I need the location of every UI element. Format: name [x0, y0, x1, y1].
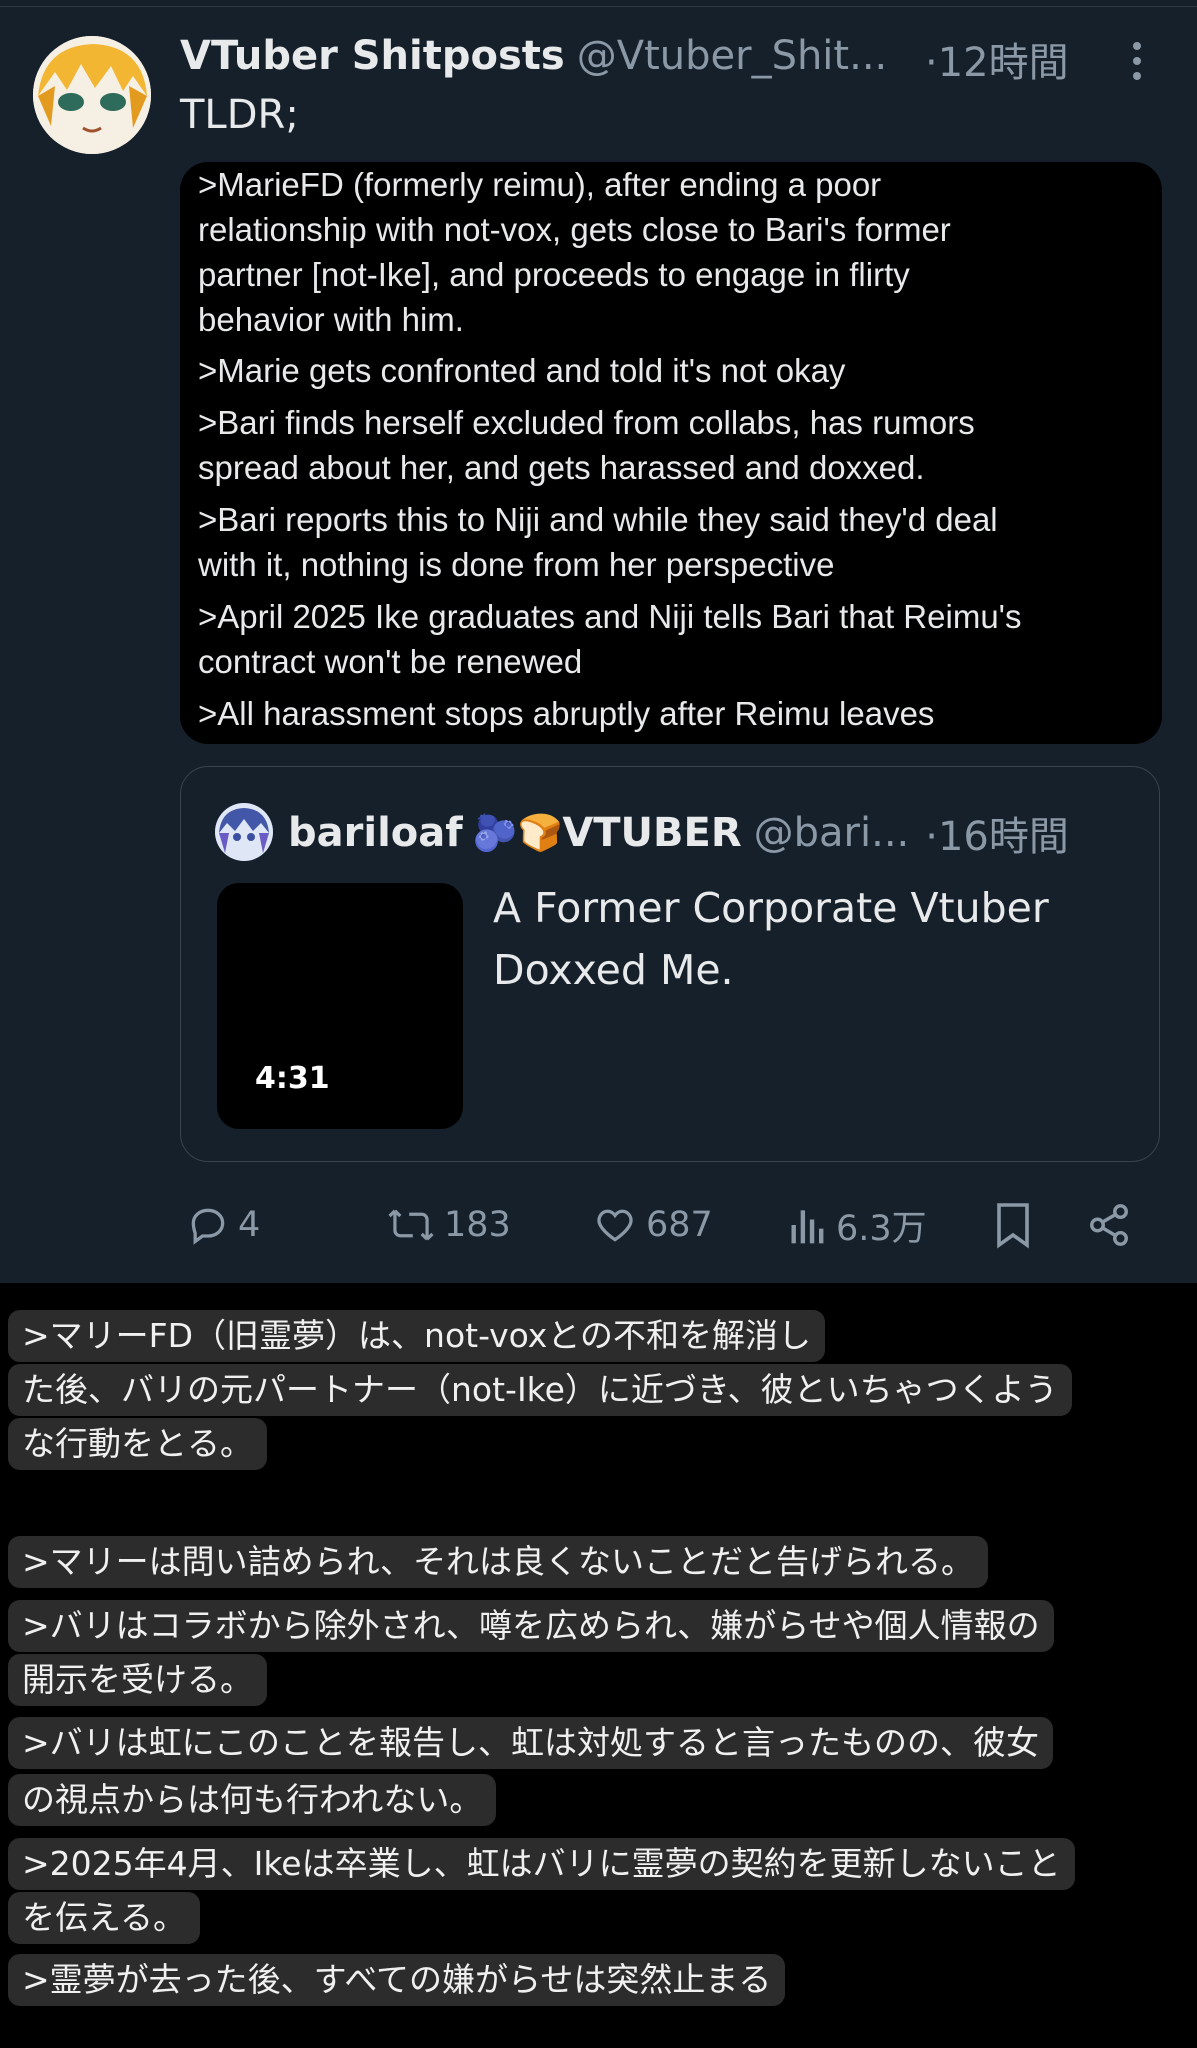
subtitle-line: 開示を受ける。 [8, 1654, 267, 1706]
tweet-image[interactable]: >MarieFD (formerly reimu), after ending … [180, 162, 1162, 744]
image-line: >All harassment stops abruptly after Rei… [198, 695, 935, 732]
heart-icon [597, 1209, 633, 1242]
quoted-text-line: Doxxed Me. [493, 946, 734, 994]
retweet-button[interactable]: 183 [386, 1198, 511, 1252]
subtitle-line: >2025年4月、Ikeは卒業し、虹はバリに霊夢の契約を更新しないこと [8, 1838, 1075, 1890]
subtitle-line: >マリーFD（旧霊夢）は、not-voxとの不和を解消し [8, 1310, 826, 1362]
divider [0, 6, 1197, 7]
image-line: with it, nothing is done from her perspe… [198, 546, 835, 583]
quoted-author-name[interactable]: bariloaf [288, 810, 463, 856]
image-line: contract won't be renewed [198, 643, 583, 680]
quoted-header: bariloaf 🫐🍞 VTUBER @bari... ·16時間 [288, 805, 1069, 861]
tweet-card[interactable]: VTuber Shitposts @Vtuber_Shit... ·12時間 T… [0, 0, 1197, 1283]
subtitle-line: た後、バリの元パートナー（not-Ike）に近づき、彼といちゃつくよう [8, 1364, 1072, 1416]
subtitle-line: >霊夢が去った後、すべての嫌がらせは突然止まる [8, 1954, 786, 2006]
image-line: partner [not-Ike], and proceeds to engag… [198, 256, 910, 293]
image-line: behavior with him. [198, 301, 464, 338]
like-count: 687 [646, 1205, 713, 1245]
quoted-author-handle[interactable]: @bari... [754, 810, 910, 856]
more-options-icon[interactable] [1122, 38, 1152, 84]
tweet-text: TLDR; [180, 92, 299, 138]
retweet-icon [388, 1209, 434, 1241]
author-name[interactable]: VTuber Shitposts [180, 33, 565, 79]
bookmark-icon [997, 1203, 1029, 1249]
subtitle-line: な行動をとる。 [8, 1418, 267, 1470]
reply-count: 4 [238, 1205, 261, 1245]
image-line: >Marie gets confronted and told it's not… [198, 352, 846, 389]
reply-icon [191, 1208, 225, 1245]
subtitle-line: >バリはコラボから除外され、噂を広められ、嫌がらせや個人情報の [8, 1600, 1054, 1652]
image-line: spread about her, and gets harassed and … [198, 449, 925, 486]
image-line: >April 2025 Ike graduates and Niji tells… [198, 598, 1022, 635]
quoted-time[interactable]: ·16時間 [925, 804, 1069, 862]
quoted-tweet[interactable]: bariloaf 🫐🍞 VTUBER @bari... ·16時間 4:31 A… [180, 766, 1160, 1162]
image-line: relationship with not-vox, gets close to… [198, 211, 951, 248]
quoted-text: A Former Corporate Vtuber Doxxed Me. [493, 877, 1113, 1001]
view-count: 6.3万 [836, 1208, 927, 1249]
like-button[interactable]: 687 [592, 1198, 713, 1252]
reply-button[interactable]: 4 [186, 1198, 260, 1252]
views-button[interactable]: 6.3万 [788, 1198, 927, 1252]
author-avatar[interactable] [33, 36, 151, 154]
image-line: >MarieFD (formerly reimu), after ending … [198, 166, 882, 203]
action-bar: 4 183 687 6.3万 [0, 1190, 1197, 1260]
analytics-icon [791, 1210, 824, 1244]
subtitle-line: を伝える。 [8, 1892, 201, 1944]
tweet-time[interactable]: ·12時間 [925, 30, 1069, 88]
video-thumbnail[interactable]: 4:31 [217, 883, 463, 1129]
share-icon [1090, 1204, 1128, 1246]
subtitle-line: >バリは虹にこのことを報告し、虹は対処すると言ったものの、彼女 [8, 1717, 1053, 1769]
retweet-count: 183 [444, 1205, 511, 1245]
quoted-name-emoji: 🫐🍞 [472, 813, 563, 854]
bookmark-button[interactable] [992, 1198, 1042, 1252]
author-handle[interactable]: @Vtuber_Shit... [577, 33, 888, 79]
tweet-header: VTuber Shitposts @Vtuber_Shit... [180, 28, 887, 84]
subtitle-line: の視点からは何も行われない。 [8, 1774, 497, 1826]
image-line: >Bari reports this to Niji and while the… [198, 501, 998, 538]
image-line: >Bari finds herself excluded from collab… [198, 404, 975, 441]
quoted-author-avatar[interactable] [215, 803, 273, 861]
quoted-name-suffix: VTUBER [562, 810, 742, 856]
quoted-text-line: A Former Corporate Vtuber [493, 884, 1049, 932]
video-duration: 4:31 [255, 1061, 330, 1096]
subtitle-line: >マリーは問い詰められ、それは良くないことだと告げられる。 [8, 1536, 988, 1588]
share-button[interactable] [1086, 1198, 1140, 1252]
